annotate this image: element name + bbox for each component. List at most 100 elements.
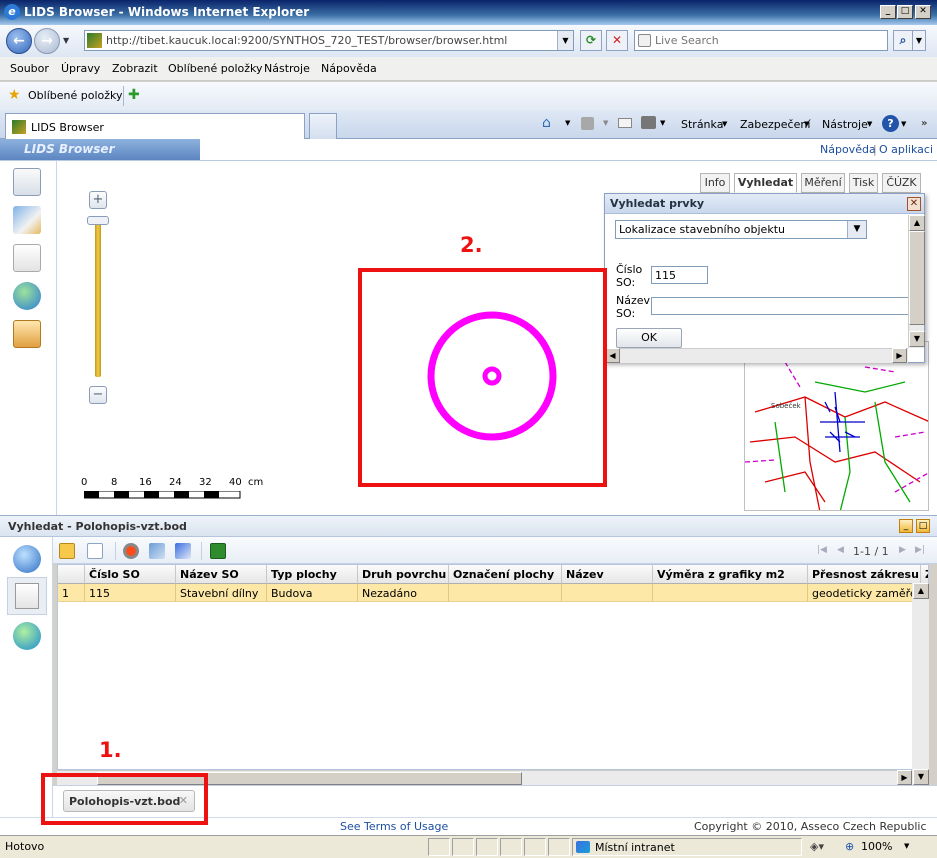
scroll-right-arrow-icon[interactable]: ▶: [892, 348, 907, 363]
form-view-icon[interactable]: [87, 543, 103, 559]
panel-minimize-button[interactable]: _: [899, 519, 913, 533]
address-bar[interactable]: http://tibet.kaucuk.local:9200/SYNTHOS_7…: [84, 30, 574, 51]
forward-button[interactable]: →: [34, 28, 60, 54]
about-link[interactable]: O aplikaci: [879, 143, 933, 156]
edit-map-icon[interactable]: [13, 206, 41, 234]
help-dropdown-icon[interactable]: ▼: [901, 120, 906, 128]
history-dropdown-icon[interactable]: ▼: [63, 36, 69, 45]
table-view-icon[interactable]: [59, 543, 75, 559]
tab-search[interactable]: Vyhledat: [734, 173, 797, 193]
grid-scroll-up-icon[interactable]: ▲: [913, 583, 929, 599]
nazev-so-input[interactable]: [651, 297, 911, 315]
column-header[interactable]: Číslo SO: [85, 565, 176, 584]
grid-scroll-down-icon[interactable]: ▼: [913, 769, 929, 785]
maximize-button[interactable]: □: [897, 5, 913, 19]
zoom-level[interactable]: 100%: [861, 840, 892, 853]
close-button[interactable]: ✕: [915, 5, 931, 19]
zoom-slider-track[interactable]: [95, 219, 101, 377]
print-dropdown-icon[interactable]: ▼: [660, 119, 665, 127]
feeds-dropdown-icon[interactable]: ▼: [603, 119, 608, 127]
new-tab-button[interactable]: [309, 113, 337, 139]
home-dropdown-icon[interactable]: ▼: [565, 119, 570, 127]
scroll-thumb[interactable]: [909, 231, 925, 325]
column-header[interactable]: Označení plochy: [449, 565, 562, 584]
dialog-title-bar[interactable]: Vyhledat prvky: [605, 194, 924, 214]
add-favorite-icon[interactable]: ✚: [128, 87, 140, 103]
zoom-dropdown-icon[interactable]: ▼: [904, 842, 909, 850]
column-header[interactable]: Název: [562, 565, 653, 584]
feeds-icon[interactable]: [581, 117, 594, 130]
favorites-star-icon[interactable]: ★: [8, 87, 21, 103]
home-icon[interactable]: ⌂: [542, 115, 551, 131]
more-commands-icon[interactable]: »: [921, 118, 927, 129]
first-page-icon[interactable]: |◀: [817, 545, 827, 555]
clipboard-icon[interactable]: [13, 320, 41, 348]
cislo-so-input[interactable]: [651, 266, 708, 284]
next-page-icon[interactable]: ▶: [899, 545, 906, 555]
panel-maximize-button[interactable]: □: [916, 519, 930, 533]
print-icon[interactable]: [641, 116, 656, 129]
tab-cuzk[interactable]: ČÚZK: [882, 173, 921, 193]
search-box[interactable]: [634, 30, 888, 51]
column-header[interactable]: Typ plochy: [267, 565, 358, 584]
globe-icon[interactable]: [13, 622, 41, 650]
search-input[interactable]: [655, 32, 875, 49]
help-icon[interactable]: ?: [882, 115, 899, 132]
zoom-slider-thumb[interactable]: [87, 216, 109, 225]
last-page-icon[interactable]: ▶|: [915, 545, 925, 555]
grid-scroll-right-icon[interactable]: ▶: [897, 770, 912, 785]
mail-icon[interactable]: [618, 118, 632, 128]
column-header[interactable]: Druh povrchu: [358, 565, 449, 584]
search-results-icon-frame[interactable]: [7, 577, 47, 615]
address-dropdown-button[interactable]: ▼: [557, 31, 573, 50]
globe-search-icon[interactable]: [13, 282, 41, 310]
tools-menu[interactable]: Nástroje: [822, 118, 868, 131]
minimize-button[interactable]: _: [880, 5, 896, 19]
protected-mode-icon[interactable]: ◈▾: [810, 840, 824, 853]
search-button[interactable]: ⌕: [893, 30, 913, 51]
menu-view[interactable]: Zobrazit: [112, 62, 158, 75]
excel-export-icon[interactable]: [210, 543, 226, 559]
column-header[interactable]: [58, 565, 85, 584]
scroll-up-arrow-icon[interactable]: ▲: [909, 215, 925, 231]
search-options-dropdown[interactable]: ▼: [912, 30, 926, 51]
scroll-down-arrow-icon[interactable]: ▼: [909, 331, 925, 347]
tab-measure[interactable]: Měření: [801, 173, 845, 193]
column-header[interactable]: Výměra z grafiky m2: [653, 565, 808, 584]
clear-selection-icon[interactable]: [175, 543, 191, 559]
menu-file[interactable]: Soubor: [10, 62, 49, 75]
refresh-button[interactable]: ⟳: [580, 30, 602, 51]
scroll-left-arrow-icon[interactable]: ◀: [605, 348, 620, 363]
grid-vertical-scrollbar[interactable]: ▲ ▼: [912, 583, 929, 785]
back-button[interactable]: ←: [6, 28, 32, 54]
favorites-label[interactable]: Oblíbené položky: [28, 89, 123, 102]
zoom-in-button[interactable]: +: [89, 191, 107, 209]
search-type-select[interactable]: Lokalizace stavebního objektu ▼: [615, 220, 867, 239]
dialog-horizontal-scrollbar[interactable]: ◀ ▶: [605, 348, 908, 363]
tab-lids-browser[interactable]: LIDS Browser: [5, 113, 305, 139]
dialog-close-button[interactable]: ✕: [907, 197, 921, 211]
info-icon[interactable]: [13, 545, 41, 573]
column-header[interactable]: Název SO: [176, 565, 267, 584]
security-menu[interactable]: Zabezpečení: [740, 118, 810, 131]
tab-info[interactable]: Info: [700, 173, 730, 193]
stop-button[interactable]: ✕: [606, 30, 628, 51]
menu-help[interactable]: Nápověda: [321, 62, 377, 75]
page-menu[interactable]: Stránka: [681, 118, 723, 131]
terms-link[interactable]: See Terms of Usage: [340, 820, 448, 833]
overview-map[interactable]: Sobeček: [744, 341, 929, 511]
zoom-out-button[interactable]: −: [89, 386, 107, 404]
layers-icon[interactable]: [13, 168, 41, 196]
tab-print[interactable]: Tisk: [849, 173, 878, 193]
dialog-vertical-scrollbar[interactable]: ▲ ▼: [908, 215, 925, 348]
prev-page-icon[interactable]: ◀: [837, 545, 844, 555]
menu-edit[interactable]: Úpravy: [61, 62, 100, 75]
column-header[interactable]: Z: [921, 565, 928, 584]
table-row[interactable]: 1 115 Stavební dílny Budova Nezadáno geo…: [58, 584, 914, 602]
link-icon[interactable]: [149, 543, 165, 559]
help-link[interactable]: Nápověda: [820, 143, 876, 156]
column-header[interactable]: Přesnost zákresu: [808, 565, 921, 584]
ok-button[interactable]: OK: [616, 328, 682, 348]
locate-icon[interactable]: [123, 543, 139, 559]
documents-icon[interactable]: [13, 244, 41, 272]
